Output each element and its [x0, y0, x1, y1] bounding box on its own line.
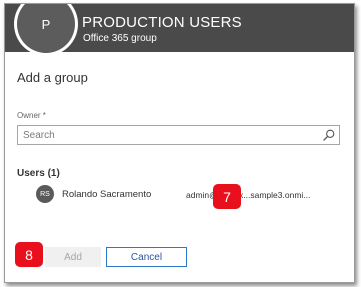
group-avatar-letter: P: [17, 4, 75, 53]
add-group-panel: P PRODUCTION USERS Office 365 group Add …: [4, 3, 355, 283]
step-callout-7: 7: [213, 184, 241, 209]
owner-search-input[interactable]: [18, 126, 313, 144]
user-avatar: RS: [36, 185, 54, 203]
panel-title: Add a group: [17, 70, 88, 85]
group-subtitle: Office 365 group: [83, 33, 157, 44]
cancel-button[interactable]: Cancel: [106, 247, 187, 267]
user-email: admin@m365x...sample3.onmi...: [186, 190, 311, 200]
owner-search-box[interactable]: [17, 125, 340, 145]
step-callout-8: 8: [15, 242, 43, 267]
user-name: Rolando Sacramento: [62, 189, 152, 200]
group-avatar: P: [14, 4, 78, 56]
add-button[interactable]: Add: [45, 247, 101, 267]
users-heading: Users (1): [17, 168, 60, 179]
search-icon[interactable]: [323, 129, 335, 141]
group-header: P PRODUCTION USERS Office 365 group: [5, 4, 354, 56]
group-title: PRODUCTION USERS: [82, 14, 242, 31]
owner-label: Owner *: [17, 111, 46, 120]
user-list-item[interactable]: RS Rolando Sacramento admin@m365x...samp…: [36, 185, 341, 205]
